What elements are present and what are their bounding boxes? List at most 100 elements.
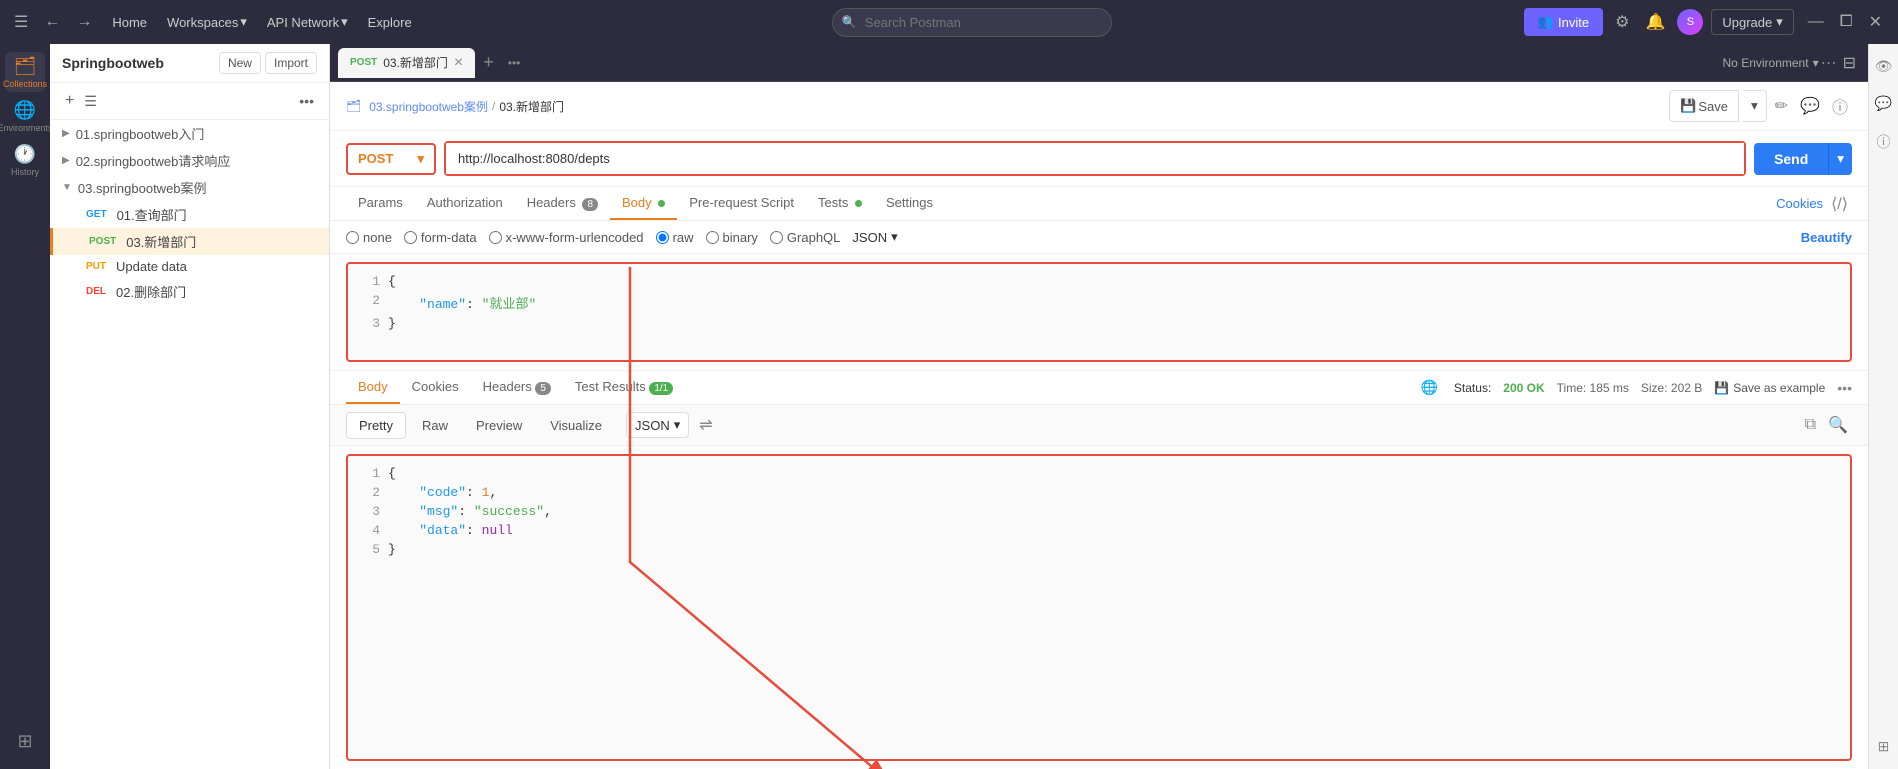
tab-tests[interactable]: Tests — [806, 187, 874, 220]
radio-raw-input[interactable] — [656, 231, 669, 244]
explore-link[interactable]: Explore — [360, 11, 420, 34]
save-as-example-button[interactable]: 💾 Save as example — [1714, 381, 1825, 395]
tree-item-delete-dept[interactable]: DEL 02.删除部门 — [50, 278, 329, 305]
copy-response-button[interactable]: ⧉ — [1801, 411, 1820, 439]
response-more-button[interactable]: ••• — [1837, 380, 1852, 396]
request-code-editor[interactable]: 1 { 2 "name": "就业部" 3 } — [346, 262, 1852, 362]
response-json-selector[interactable]: JSON ▾ — [626, 412, 689, 438]
resp-body-tab-preview[interactable]: Preview — [464, 413, 534, 438]
resp-tab-headers[interactable]: Headers 5 — [471, 371, 563, 404]
add-tab-button[interactable]: + — [477, 50, 500, 75]
sidebar-item-history[interactable]: 🕐 History — [5, 140, 45, 180]
left-panel-toolbar: + ☰ ••• — [50, 83, 329, 120]
right-sidebar-icon-4[interactable]: ⊞ — [1872, 732, 1896, 761]
radio-graphql[interactable]: GraphQL — [770, 230, 840, 245]
radio-form-data[interactable]: form-data — [404, 230, 477, 245]
minimize-button[interactable]: — — [1802, 11, 1830, 33]
workspaces-dropdown[interactable]: Workspaces ▾ — [159, 10, 255, 34]
radio-binary-input[interactable] — [706, 231, 719, 244]
folder-springbootweb-request[interactable]: ▶ 02.springbootweb请求响应 — [50, 147, 329, 174]
search-response-button[interactable]: 🔍 — [1824, 411, 1852, 439]
breadcrumb: 🗂 03.springbootweb案例 / 03.新增部门 💾 Save ▾ … — [330, 82, 1868, 131]
code-view-button[interactable]: ⟨/⟩ — [1827, 190, 1852, 218]
history-label: History — [11, 167, 39, 177]
json-type-selector[interactable]: JSON ▾ — [852, 229, 897, 245]
settings-button[interactable]: ⚙ — [1611, 8, 1633, 36]
method-selector[interactable]: POST ▾ — [346, 143, 436, 175]
response-time: Time: 185 ms — [1557, 381, 1629, 395]
cookies-link[interactable]: Cookies — [1776, 196, 1823, 211]
right-sidebar-icon-2[interactable]: 💬 — [1869, 89, 1898, 118]
sidebar-toggle-button[interactable]: ⊟ — [1839, 49, 1860, 77]
tab-body[interactable]: Body — [610, 187, 677, 220]
maximize-button[interactable]: ⧠ — [1834, 11, 1859, 33]
invite-button[interactable]: 👥 Invite — [1524, 8, 1603, 36]
right-sidebar-icon-1[interactable]: 👁 — [1869, 52, 1898, 81]
sidebar-item-collections[interactable]: 🗂 Collections — [5, 52, 45, 92]
resp-tab-body[interactable]: Body — [346, 371, 400, 404]
save-button[interactable]: 💾 Save — [1669, 90, 1739, 122]
back-button[interactable]: ← — [40, 9, 64, 35]
tab-headers[interactable]: Headers 8 — [515, 187, 610, 220]
tab-settings[interactable]: Settings — [874, 187, 945, 220]
sidebar-item-mock[interactable]: ⊞ — [5, 721, 45, 761]
response-globe-icon[interactable]: 🌐 — [1416, 375, 1441, 400]
tab-active[interactable]: POST 03.新增部门 × — [338, 48, 475, 78]
hamburger-menu-button[interactable]: ☰ — [10, 8, 32, 36]
notifications-button[interactable]: 🔔 — [1641, 8, 1669, 36]
tab-close-icon[interactable]: × — [454, 54, 463, 72]
upgrade-chevron-icon: ▾ — [1776, 14, 1783, 30]
tree-item-query-dept[interactable]: GET 01.查询部门 — [50, 201, 329, 228]
comment-icon-button[interactable]: 💬 — [1796, 90, 1824, 122]
folder-name: 01.springbootweb入门 — [76, 124, 205, 143]
beautify-button[interactable]: Beautify — [1801, 230, 1852, 245]
resp-body-tab-raw[interactable]: Raw — [410, 413, 460, 438]
list-view-button[interactable]: ☰ — [81, 90, 100, 113]
sidebar-item-environments[interactable]: 🌐 Environments — [5, 96, 45, 136]
avatar[interactable]: S — [1677, 9, 1703, 35]
tree-item-add-dept[interactable]: POST 03.新增部门 — [50, 228, 329, 255]
upgrade-button[interactable]: Upgrade ▾ — [1711, 9, 1793, 35]
add-item-button[interactable]: + — [62, 89, 77, 113]
resp-body-tab-pretty[interactable]: Pretty — [346, 412, 406, 439]
resp-body-tab-visualize[interactable]: Visualize — [538, 413, 614, 438]
tab-pre-request[interactable]: Pre-request Script — [677, 187, 806, 220]
forward-button[interactable]: → — [72, 9, 96, 35]
filter-button[interactable]: ⇌ — [693, 411, 718, 439]
home-link[interactable]: Home — [104, 11, 155, 34]
radio-urlencoded[interactable]: x-www-form-urlencoded — [489, 230, 644, 245]
tab-params[interactable]: Params — [346, 187, 415, 220]
radio-none[interactable]: none — [346, 230, 392, 245]
radio-graphql-input[interactable] — [770, 231, 783, 244]
radio-none-input[interactable] — [346, 231, 359, 244]
env-more-button[interactable]: ⋯ — [1821, 53, 1837, 73]
folder-springbootweb-intro[interactable]: ▶ 01.springbootweb入门 — [50, 120, 329, 147]
right-sidebar-icon-3[interactable]: ⓘ — [1871, 126, 1897, 158]
close-button[interactable]: ✕ — [1863, 10, 1888, 34]
info-icon-button[interactable]: ⓘ — [1828, 90, 1852, 122]
save-dropdown-button[interactable]: ▾ — [1743, 90, 1767, 122]
tab-authorization[interactable]: Authorization — [415, 187, 515, 220]
send-dropdown-button[interactable]: ▾ — [1828, 143, 1852, 175]
radio-raw[interactable]: raw — [656, 230, 694, 245]
send-button[interactable]: Send — [1754, 143, 1828, 175]
radio-form-data-input[interactable] — [404, 231, 417, 244]
tree-item-update-data[interactable]: PUT Update data — [50, 255, 329, 278]
new-collection-button[interactable]: New — [219, 52, 261, 74]
resp-tab-test-results[interactable]: Test Results 1/1 — [563, 371, 685, 404]
code-line-2: 2 "name": "就业部" — [348, 291, 1850, 314]
radio-binary[interactable]: binary — [706, 230, 758, 245]
folder-springbootweb-case[interactable]: ▼ 03.springbootweb案例 — [50, 174, 329, 201]
search-input[interactable] — [832, 8, 1112, 37]
edit-icon-button[interactable]: ✏ — [1771, 90, 1792, 122]
more-options-button[interactable]: ••• — [296, 90, 317, 112]
resp-tab-cookies[interactable]: Cookies — [400, 371, 471, 404]
headers-count-badge: 5 — [535, 382, 551, 395]
api-network-dropdown[interactable]: API Network ▾ — [259, 10, 356, 34]
radio-urlencoded-input[interactable] — [489, 231, 502, 244]
tab-more-button[interactable]: ••• — [502, 54, 527, 72]
import-button[interactable]: Import — [265, 52, 317, 74]
breadcrumb-workspace-link[interactable]: 03.springbootweb案例 — [369, 98, 488, 115]
environment-selector[interactable]: No Environment ▾ — [1723, 56, 1819, 70]
url-input[interactable] — [446, 143, 1744, 174]
